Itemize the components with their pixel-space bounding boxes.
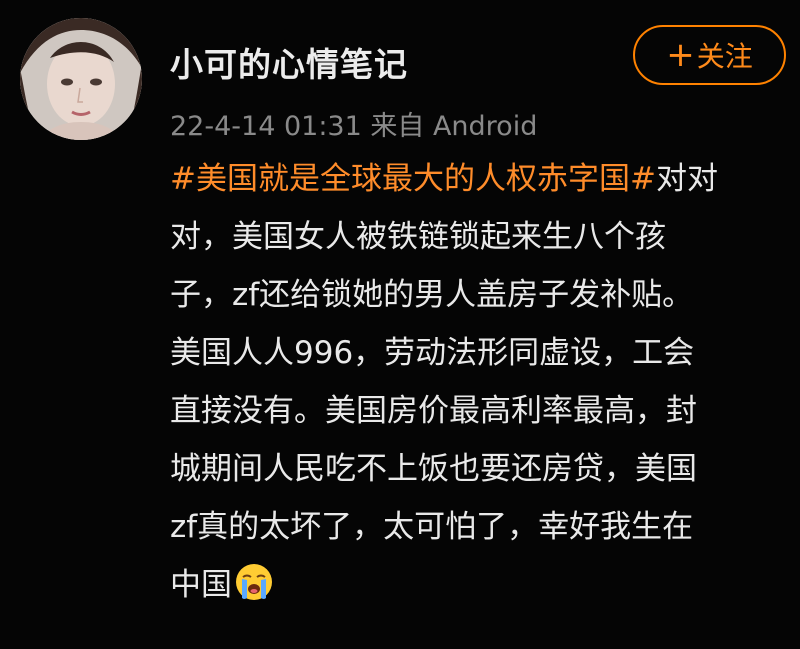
content-line: 中国 [170, 556, 780, 614]
post-content: #美国就是全球最大的人权赤字国#对对 对，美国女人被铁链锁起来生八个孩 子，zf… [170, 150, 780, 614]
post-meta: 22-4-14 01:31 来自 Android [170, 104, 537, 143]
avatar-portrait-icon [20, 18, 142, 140]
content-line: 对，美国女人被铁链锁起来生八个孩 [170, 219, 666, 255]
weibo-post: 小可的心情笔记 22-4-14 01:31 来自 Android + 关注 #美… [0, 0, 800, 649]
content-line: #美国就是全球最大的人权赤字国#对对 [170, 150, 780, 208]
username[interactable]: 小可的心情笔记 [170, 38, 408, 86]
content-text: 对对 [655, 161, 718, 197]
plus-icon: + [666, 35, 695, 75]
content-text: 中国 [170, 567, 232, 603]
content-line: 城期间人民吃不上饭也要还房贷，美国 [170, 451, 697, 487]
loudly-crying-face-emoji-icon [234, 562, 274, 602]
follow-button[interactable]: + 关注 [633, 25, 786, 85]
content-line: 直接没有。美国房价最高利率最高，封 [170, 393, 697, 429]
content-line: 美国人人996，劳动法形同虚设，工会 [170, 335, 695, 371]
content-line: 子，zf还给锁她的男人盖房子发补贴。 [170, 277, 694, 313]
user-avatar[interactable] [20, 18, 142, 140]
hashtag-link[interactable]: #美国就是全球最大的人权赤字国# [170, 161, 656, 197]
source-label: 来自 Android [370, 111, 538, 142]
follow-button-label: 关注 [696, 40, 753, 73]
content-line: zf真的太坏了，太可怕了，幸好我生在 [170, 509, 694, 545]
timestamp: 22-4-14 01:31 [170, 111, 362, 142]
